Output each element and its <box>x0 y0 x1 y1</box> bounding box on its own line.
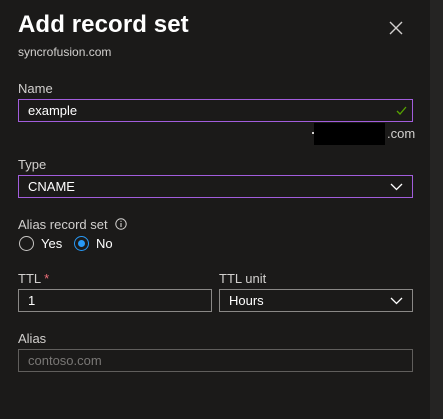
add-record-set-panel: Add record set syncrofusion.com Name exa… <box>0 0 430 419</box>
name-input[interactable]: example <box>18 99 413 122</box>
ttl-label: TTL * <box>18 271 49 286</box>
required-asterisk: * <box>44 271 50 286</box>
redacted-domain <box>314 123 385 145</box>
alias-input-placeholder: contoso.com <box>28 353 102 368</box>
alias-no-label[interactable]: No <box>96 236 113 251</box>
panel-subtitle: syncrofusion.com <box>18 45 112 59</box>
alias-yes-label[interactable]: Yes <box>41 236 62 251</box>
alias-record-set-label: Alias record set <box>18 217 108 232</box>
domain-suffix: .com <box>387 126 416 141</box>
info-icon[interactable] <box>115 218 127 230</box>
chevron-down-icon <box>390 297 403 305</box>
alias-yes-radio[interactable] <box>19 236 34 251</box>
ttl-input-value: 1 <box>28 293 36 308</box>
checkmark-icon <box>396 106 407 115</box>
ttl-input[interactable]: 1 <box>18 289 212 312</box>
radio-selected-dot <box>78 240 85 247</box>
type-dropdown-value: CNAME <box>28 179 75 194</box>
close-icon <box>389 21 403 35</box>
close-button[interactable] <box>386 18 406 38</box>
name-label: Name <box>18 81 53 96</box>
ttl-unit-dropdown[interactable]: Hours <box>219 289 413 312</box>
chevron-down-icon <box>390 183 403 191</box>
alias-no-radio[interactable] <box>74 236 89 251</box>
alias-input[interactable]: contoso.com <box>18 349 413 372</box>
right-scroll-strip <box>430 0 443 419</box>
alias-label: Alias <box>18 331 47 346</box>
name-input-value: example <box>28 103 78 118</box>
ttl-unit-value: Hours <box>229 293 264 308</box>
ttl-label-text: TTL <box>18 271 42 286</box>
type-label: Type <box>18 157 47 172</box>
ttl-unit-label: TTL unit <box>219 271 267 286</box>
type-dropdown[interactable]: CNAME <box>18 175 413 198</box>
panel-title: Add record set <box>18 11 189 38</box>
